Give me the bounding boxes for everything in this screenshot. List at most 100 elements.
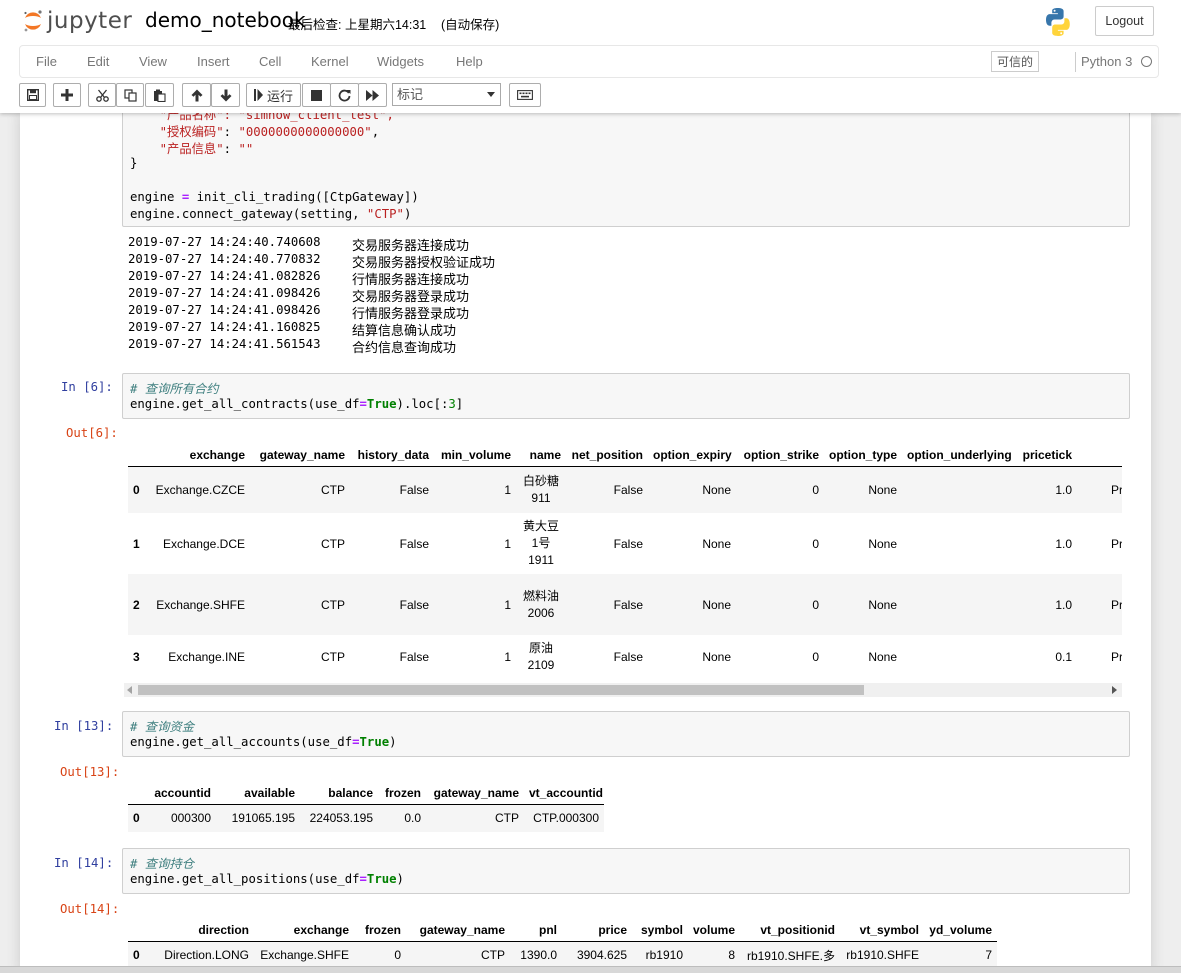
output-prompt: Out[13]:: [60, 765, 120, 779]
checkpoint-status: 最后检查: 上星期六14:31: [288, 18, 427, 32]
move-up-button[interactable]: [182, 83, 211, 107]
run-button[interactable]: 运行: [246, 83, 301, 107]
cell-type-value: 标记: [397, 87, 424, 102]
table-cell: None: [868, 482, 897, 497]
table-cell: 0.0: [404, 811, 421, 826]
table-cell: 1390.0: [520, 948, 557, 963]
table-row: 3 Exchange.INE CTP False 1 原油2109 False …: [128, 635, 1122, 679]
interrupt-button[interactable]: [302, 83, 331, 107]
column-header: option_expiry: [648, 438, 736, 467]
table-cell: 白砂糖911: [522, 473, 559, 505]
column-header: exchange: [254, 913, 354, 942]
contracts-table: exchange gateway_name history_data min_v…: [128, 438, 1122, 679]
table-cell: 0: [812, 597, 819, 612]
scrollbar-thumb[interactable]: [138, 685, 864, 695]
table-cell: Product.F: [1110, 650, 1122, 664]
cut-button[interactable]: [88, 83, 116, 107]
arrow-up-icon: [191, 89, 202, 101]
column-header: frozen: [354, 913, 406, 942]
horizontal-scrollbar[interactable]: [124, 683, 1122, 697]
column-header: available: [216, 776, 300, 805]
kernel-name: Python 3: [1081, 54, 1133, 69]
paste-button[interactable]: [145, 83, 174, 107]
log-line: 2019-07-27 14:24:41.160825: [128, 320, 321, 334]
table-cell: Direction.LONG: [164, 948, 249, 963]
menu-edit[interactable]: Edit: [87, 54, 109, 69]
table-cell: None: [702, 482, 731, 497]
code-cell-5[interactable]: "产品名称": "simnow_client_test", "授权编码": "0…: [122, 113, 1130, 227]
column-header: vt_accountid: [524, 776, 604, 805]
table-cell: None: [702, 650, 731, 664]
menu-view[interactable]: View: [139, 54, 167, 69]
column-header: [128, 776, 148, 805]
table-row: 2 Exchange.SHFE CTP False 1 燃料油2006 Fals…: [128, 574, 1122, 635]
table-cell: 0: [812, 536, 819, 551]
menu-insert[interactable]: Insert: [197, 54, 230, 69]
table-cell: CTP: [321, 650, 345, 664]
column-header: min_volume: [434, 438, 516, 467]
menu-cell[interactable]: Cell: [259, 54, 281, 69]
table-cell: 0: [812, 650, 819, 664]
table-cell: Exchange.SHFE: [260, 948, 349, 963]
table-cell: CTP: [481, 948, 505, 963]
table-cell: CTP: [321, 482, 345, 497]
row-index: 2: [133, 597, 140, 612]
stop-icon: [311, 89, 322, 101]
command-palette-button[interactable]: [509, 83, 541, 107]
table-cell: 1: [504, 536, 511, 551]
code-line: "产品信息": "": [159, 142, 254, 156]
move-down-button[interactable]: [211, 83, 240, 107]
table-cell: 燃料油2006: [522, 588, 559, 620]
table-cell: False: [399, 482, 429, 497]
code-comment: # 查询资金: [130, 720, 194, 734]
column-header: history_data: [350, 438, 434, 467]
log-line: 2019-07-27 14:24:41.082826: [128, 269, 321, 283]
column-header: accountid: [148, 776, 216, 805]
notebook-name[interactable]: demo_notebook: [145, 8, 306, 32]
table-cell: Product.F: [1110, 482, 1122, 497]
copy-button[interactable]: [116, 83, 144, 107]
code-cell-6[interactable]: # 查询所有合约 engine.get_all_contracts(use_df…: [122, 373, 1130, 419]
output-prompt: Out[6]:: [66, 426, 118, 440]
cell-type-select[interactable]: 标记: [392, 83, 501, 106]
logout-button[interactable]: Logout: [1095, 6, 1154, 36]
input-prompt: In [14]:: [54, 856, 114, 870]
table-cell: False: [613, 650, 643, 664]
column-header: exchange: [148, 438, 250, 467]
menu-widgets[interactable]: Widgets: [377, 54, 424, 69]
table-cell: 7: [985, 948, 992, 963]
restart-run-all-button[interactable]: [358, 83, 387, 107]
column-header: yd_volume: [924, 913, 997, 942]
jupyter-logo[interactable]: jupyter: [22, 7, 132, 35]
toolbar: 运行: [0, 80, 1181, 110]
menu-help[interactable]: Help: [456, 54, 483, 69]
trusted-badge[interactable]: 可信的: [991, 51, 1039, 72]
log-message: 合约信息查询成功: [352, 341, 457, 356]
scroll-left-icon[interactable]: [127, 686, 132, 694]
code-cell-14[interactable]: # 查询持仓 engine.get_all_positions(use_df=T…: [122, 848, 1130, 894]
run-label: 运行: [266, 88, 293, 104]
notebook-page: "产品名称": "simnow_client_test", "授权编码": "0…: [20, 113, 1151, 973]
menu-kernel[interactable]: Kernel: [311, 54, 349, 69]
chevron-down-icon: [487, 92, 495, 97]
output-prompt: Out[14]:: [60, 902, 120, 916]
code-line: engine.connect_gateway(setting, "CTP"): [130, 207, 412, 221]
code-cell-13[interactable]: # 查询资金 engine.get_all_accounts(use_df=Tr…: [122, 711, 1130, 757]
column-header: vt_positionid: [740, 913, 840, 942]
table-cell: 1: [504, 482, 511, 497]
fast-forward-icon: [365, 89, 379, 101]
column-header: pricetick: [1015, 438, 1077, 467]
paste-icon: [154, 89, 166, 102]
table-cell: 3904.625: [576, 948, 627, 963]
table-cell: False: [613, 482, 643, 497]
column-header: name: [516, 438, 566, 467]
save-button[interactable]: [19, 83, 46, 107]
menu-file[interactable]: File: [36, 54, 57, 69]
arrow-down-icon: [220, 89, 231, 101]
log-line: 2019-07-27 14:24:41.098426: [128, 303, 321, 317]
table-cell: 原油2109: [527, 641, 555, 672]
scroll-right-icon[interactable]: [1112, 686, 1117, 694]
table-cell: rb1910.SHFE: [846, 948, 919, 963]
insert-cell-button[interactable]: [53, 83, 81, 107]
restart-button[interactable]: [330, 83, 359, 107]
